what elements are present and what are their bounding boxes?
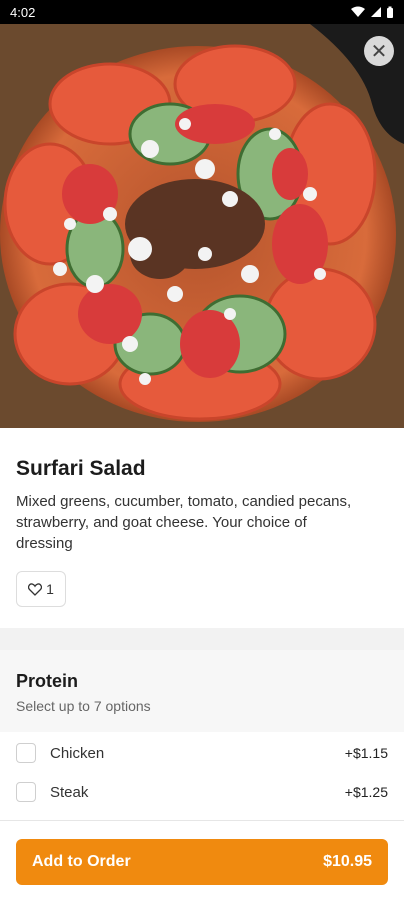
signal-icon <box>371 7 381 17</box>
salad-image <box>0 24 404 428</box>
option-price: +$1.25 <box>344 784 388 800</box>
order-total: $10.95 <box>323 853 372 870</box>
close-button[interactable]: ✕ <box>364 36 394 66</box>
like-button[interactable]: 1 <box>16 571 66 607</box>
status-bar: 4:02 <box>0 0 404 24</box>
close-icon: ✕ <box>370 40 388 63</box>
protein-section-header: Protein Select up to 7 options <box>0 650 404 732</box>
battery-icon <box>387 6 393 18</box>
checkbox[interactable] <box>16 743 36 763</box>
footer-bar: Add to Order $10.95 <box>0 820 404 901</box>
item-description: Mixed greens, cucumber, tomato, candied … <box>16 493 352 552</box>
option-label: Chicken <box>50 744 105 762</box>
item-details: Surfari Salad Mixed greens, cucumber, to… <box>0 428 404 802</box>
option-chicken[interactable]: Chicken +$1.15 <box>0 734 404 772</box>
section-subtitle: Select up to 7 options <box>16 698 151 714</box>
item-photo <box>0 24 404 428</box>
status-time: 4:02 <box>10 4 36 20</box>
add-to-order-label: Add to Order <box>32 853 131 870</box>
checkbox[interactable] <box>16 782 36 802</box>
option-price: +$1.15 <box>344 745 388 761</box>
wifi-icon <box>351 6 365 17</box>
add-to-order-button[interactable]: Add to Order $10.95 <box>16 839 388 885</box>
heart-icon <box>28 582 43 596</box>
like-count: 1 <box>46 581 54 597</box>
section-title: Protein <box>16 671 79 691</box>
item-title: Surfari Salad <box>16 457 146 480</box>
option-label: Steak <box>50 783 89 801</box>
section-divider <box>0 628 404 650</box>
status-icons <box>350 6 394 19</box>
option-steak[interactable]: Steak +$1.25 <box>0 773 404 811</box>
